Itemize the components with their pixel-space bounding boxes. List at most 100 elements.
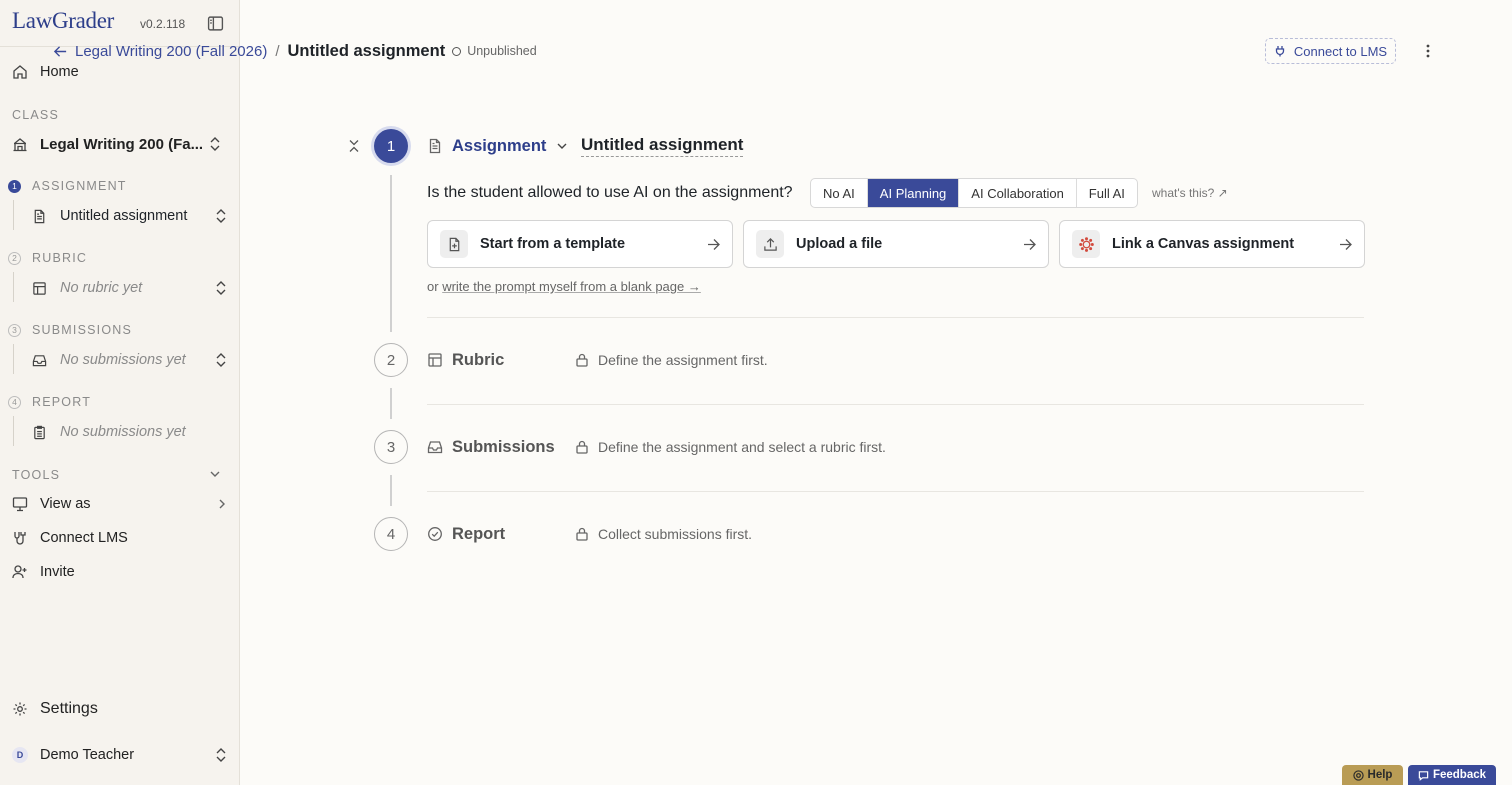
breadcrumb-separator: / bbox=[275, 42, 280, 60]
home-icon bbox=[12, 64, 28, 80]
sidebar-rubric-selector[interactable]: No rubric yet bbox=[32, 276, 228, 300]
ai-option-full-ai[interactable]: Full AI bbox=[1077, 179, 1137, 207]
step-1-header[interactable]: Assignment bbox=[427, 134, 568, 158]
upload-icon bbox=[756, 230, 784, 258]
sidebar-item-label: No submissions yet bbox=[60, 352, 186, 368]
connect-lms-button[interactable]: Connect to LMS bbox=[1265, 38, 1396, 64]
canvas-icon bbox=[1072, 230, 1100, 258]
inbox-icon bbox=[32, 353, 47, 368]
sidebar-item-home[interactable]: Home bbox=[12, 61, 79, 83]
sidebar-item-label: Settings bbox=[40, 700, 98, 717]
ai-policy-question: Is the student allowed to use AI on the … bbox=[427, 184, 793, 201]
app-logo[interactable]: LawGrader bbox=[12, 8, 114, 34]
presentation-icon bbox=[12, 496, 28, 512]
step-label: ASSIGNMENT bbox=[32, 179, 127, 193]
step-1-badge: 1 bbox=[374, 129, 408, 163]
locked-text: Collect submissions first. bbox=[598, 526, 753, 542]
ai-policy-selector[interactable]: No AI AI Planning AI Collaboration Full … bbox=[810, 178, 1138, 208]
link-canvas-assignment-button[interactable]: Link a Canvas assignment bbox=[1059, 220, 1365, 268]
sidebar-item-connect-lms[interactable]: Connect LMS bbox=[12, 527, 128, 549]
start-from-template-button[interactable]: Start from a template bbox=[427, 220, 733, 268]
card-label: Link a Canvas assignment bbox=[1112, 236, 1295, 252]
user-menu[interactable]: D Demo Teacher bbox=[12, 744, 228, 766]
locked-text: Define the assignment and select a rubri… bbox=[598, 439, 886, 455]
chevron-right-icon bbox=[216, 498, 228, 510]
class-selector[interactable]: Legal Writing 200 (Fa... bbox=[12, 133, 228, 155]
card-label: Upload a file bbox=[796, 236, 883, 252]
sidebar-step-rubric: 2 RUBRIC bbox=[8, 251, 87, 265]
status-label: Unpublished bbox=[467, 44, 537, 58]
step-2-badge: 2 bbox=[374, 343, 408, 377]
step-3-header: Submissions bbox=[427, 435, 555, 459]
chevron-down-icon[interactable] bbox=[556, 140, 568, 152]
help-label: Help bbox=[1367, 769, 1393, 781]
step-3-locked-message: Define the assignment and select a rubri… bbox=[575, 439, 886, 455]
sidebar-toggle-icon[interactable] bbox=[207, 15, 224, 32]
chevron-updown-icon bbox=[208, 136, 222, 152]
chevron-down-icon[interactable] bbox=[209, 468, 221, 480]
step-2-header: Rubric bbox=[427, 348, 504, 372]
table-icon bbox=[32, 281, 47, 296]
arrow-right-icon bbox=[707, 238, 720, 251]
sidebar-submissions-selector[interactable]: No submissions yet bbox=[32, 348, 228, 372]
arrow-left-icon[interactable] bbox=[53, 44, 68, 59]
connect-lms-label: Connect to LMS bbox=[1293, 43, 1388, 59]
ai-option-no-ai[interactable]: No AI bbox=[811, 179, 868, 207]
step-number-badge: 1 bbox=[8, 179, 21, 193]
step-connector bbox=[390, 175, 392, 332]
divider bbox=[427, 404, 1364, 405]
step-2-locked-message: Define the assignment first. bbox=[575, 352, 768, 368]
circle-icon bbox=[452, 46, 462, 56]
user-plus-icon bbox=[12, 564, 28, 580]
step-1-name: Assignment bbox=[452, 136, 547, 155]
ai-option-ai-planning[interactable]: AI Planning bbox=[867, 179, 960, 207]
more-vertical-icon[interactable] bbox=[1420, 43, 1436, 59]
help-button[interactable]: Help bbox=[1342, 765, 1403, 785]
avatar: D bbox=[12, 747, 28, 763]
upload-file-button[interactable]: Upload a file bbox=[743, 220, 1049, 268]
chevron-updown-icon bbox=[214, 280, 228, 296]
file-plus-icon bbox=[440, 230, 468, 258]
sidebar-item-view-as[interactable]: View as bbox=[12, 493, 228, 515]
arrow-right-icon bbox=[1023, 238, 1036, 251]
step-4-locked-message: Collect submissions first. bbox=[575, 526, 752, 542]
sidebar-item-label: No submissions yet bbox=[60, 424, 186, 440]
check-circle-icon bbox=[427, 526, 443, 542]
help-circle-icon bbox=[1352, 769, 1368, 781]
tools-section-label: TOOLS bbox=[12, 468, 61, 482]
chevron-updown-icon bbox=[214, 208, 228, 224]
assignment-title-input[interactable]: Untitled assignment bbox=[581, 135, 744, 157]
sidebar-item-settings[interactable]: Settings bbox=[12, 698, 98, 720]
blank-prefix: or bbox=[427, 279, 439, 294]
blank-page-row: or write the prompt myself from a blank … bbox=[427, 279, 701, 294]
blank-page-link[interactable]: write the prompt myself from a blank pag… bbox=[442, 279, 701, 294]
step-label: SUBMISSIONS bbox=[32, 323, 133, 337]
ai-option-ai-collaboration[interactable]: AI Collaboration bbox=[959, 179, 1077, 207]
user-name: Demo Teacher bbox=[40, 747, 135, 763]
sidebar-item-label: No rubric yet bbox=[60, 280, 143, 296]
gear-icon bbox=[12, 701, 28, 717]
sidebar-report-item: No submissions yet bbox=[32, 420, 228, 444]
sidebar-item-invite[interactable]: Invite bbox=[12, 561, 75, 583]
divider bbox=[427, 491, 1364, 492]
step-connector bbox=[390, 475, 392, 506]
whats-this-link[interactable]: what's this? ↗ bbox=[1152, 186, 1228, 200]
inbox-icon bbox=[427, 439, 443, 455]
plug-icon bbox=[1274, 45, 1286, 57]
document-icon bbox=[427, 138, 443, 154]
sidebar-step-submissions: 3 SUBMISSIONS bbox=[8, 323, 132, 337]
message-icon bbox=[1418, 770, 1433, 781]
page-title: Untitled assignment bbox=[287, 41, 446, 60]
sidebar-assignment-selector[interactable]: Untitled assignment bbox=[32, 204, 228, 228]
sidebar-item-label: Untitled assignment bbox=[60, 208, 188, 224]
class-section-label: CLASS bbox=[12, 108, 59, 122]
step-connector bbox=[390, 388, 392, 419]
feedback-button[interactable]: Feedback bbox=[1408, 765, 1496, 785]
feedback-label: Feedback bbox=[1432, 769, 1487, 781]
sidebar-item-label: Home bbox=[40, 64, 79, 80]
step-4-name: Report bbox=[452, 524, 506, 543]
breadcrumb-class-link[interactable]: Legal Writing 200 (Fall 2026) bbox=[75, 43, 267, 60]
building-icon bbox=[12, 136, 28, 152]
table-icon bbox=[427, 352, 443, 368]
collapse-icon[interactable] bbox=[347, 139, 361, 153]
